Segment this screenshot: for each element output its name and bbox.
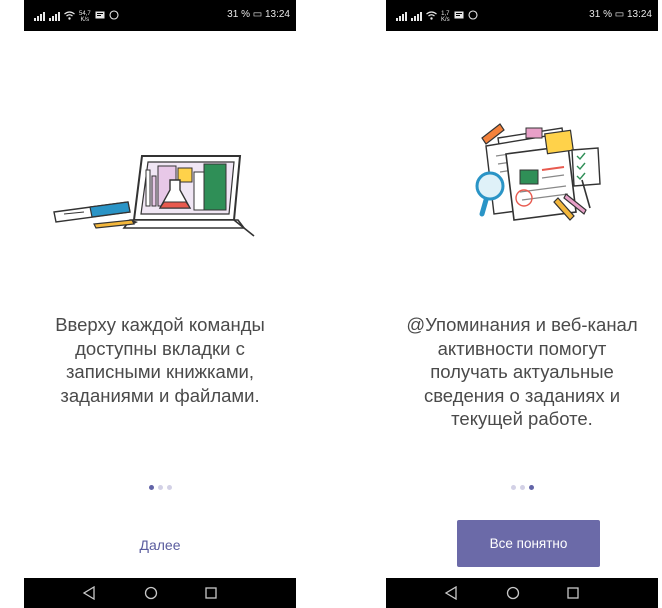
page-indicator [386,485,658,490]
onboarding-message: @Упоминания и веб-канал активности помог… [406,314,638,430]
recents-square-icon[interactable] [566,586,580,600]
network-speed: 1,7 K/s [441,10,450,23]
notification-icon [95,11,105,23]
page-indicator [24,485,296,490]
nav-bar [24,578,296,608]
time-battery: 31 % ▭ 13:24 [589,9,652,20]
onboarding-message: Вверху каждой команды доступны вкладки с… [55,314,265,406]
wifi-icon [426,10,437,23]
status-icons: 54,7 K/s [34,10,119,23]
circle-icon [109,10,119,23]
onboarding-screen-3: 1,7 K/s 31 % ▭ 13:24 @Упоминания и веб-к… [386,0,658,608]
got-it-button[interactable]: Все понятно [457,520,600,567]
status-bar: 1,7 K/s 31 % ▭ 13:24 [386,0,658,31]
status-bar: 54,7 K/s 31 % ▭ 13:24 [24,0,296,31]
network-speed: 54,7 K/s [79,10,91,23]
illustration-documents [475,123,601,221]
page-dot [166,485,172,490]
page-dot [148,485,154,490]
time-battery: 31 % ▭ 13:24 [227,9,290,20]
signal-icon [396,12,407,21]
circle-icon [468,10,478,23]
back-triangle-icon[interactable] [82,586,96,600]
signal-icon [411,12,422,21]
page-dot [528,485,534,490]
page-dot [510,485,516,490]
next-button[interactable]: Далее [24,537,296,553]
onboarding-screen-1: 54,7 K/s 31 % ▭ 13:24 Вверху каждой кома… [24,0,296,608]
page-dot [157,485,163,490]
home-circle-icon[interactable] [506,586,520,600]
back-triangle-icon[interactable] [444,586,458,600]
page-dot [519,485,525,490]
wifi-icon [64,10,75,23]
signal-icon [49,12,60,21]
signal-icon [34,12,45,21]
recents-square-icon[interactable] [204,586,218,600]
illustration-tablet [53,155,255,237]
nav-bar [386,578,658,608]
home-circle-icon[interactable] [144,586,158,600]
status-icons: 1,7 K/s [396,10,478,23]
notification-icon [454,11,464,23]
